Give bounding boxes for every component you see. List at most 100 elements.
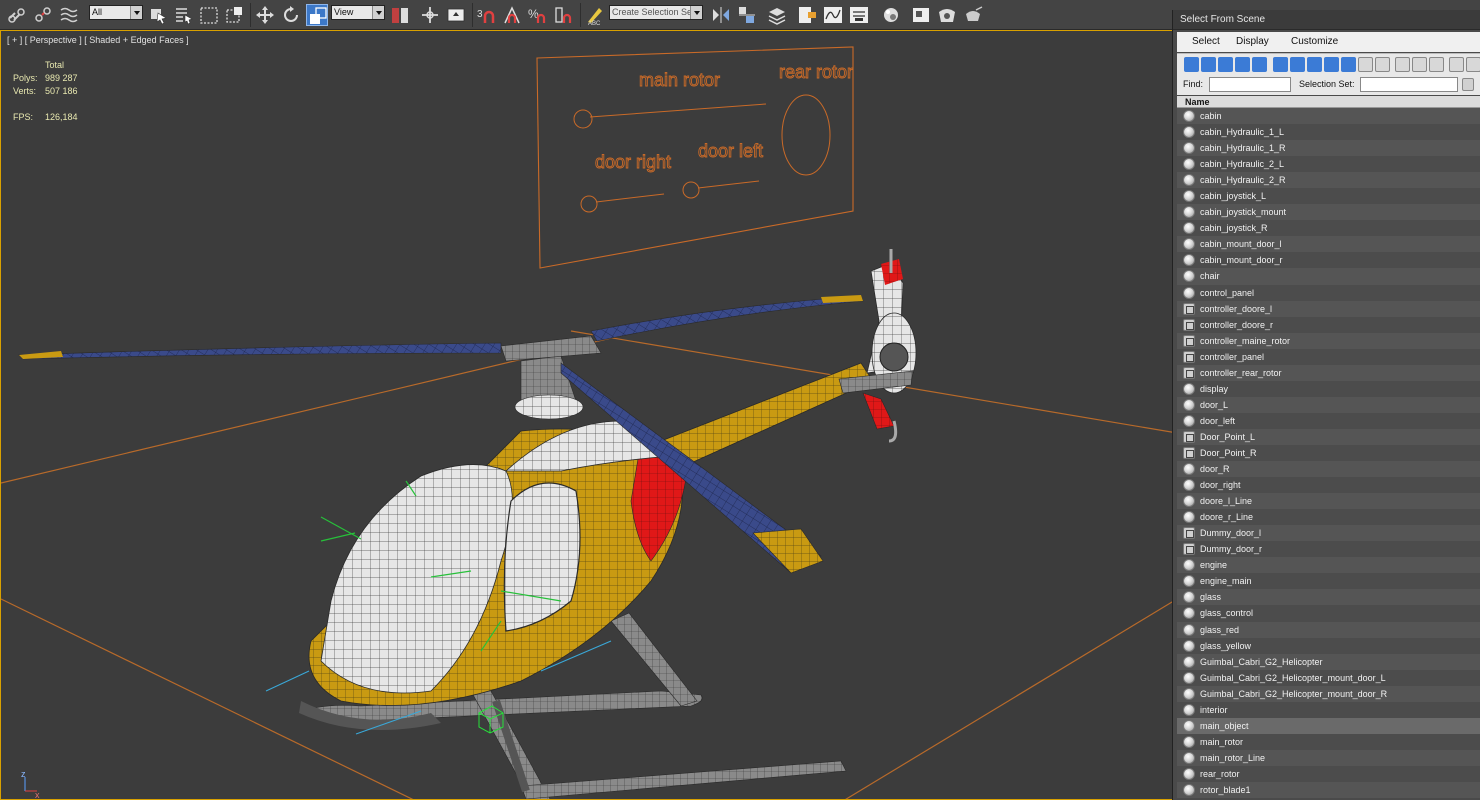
list-item[interactable]: cabin_joystick_mount: [1177, 204, 1480, 221]
render-setup-icon[interactable]: [910, 4, 932, 26]
shapes-filter-icon[interactable]: [1201, 57, 1216, 72]
display-invert-icon[interactable]: [1429, 57, 1444, 72]
bind-spacewarp-icon[interactable]: [58, 4, 80, 26]
list-item[interactable]: Dummy_door_l: [1177, 525, 1480, 542]
list-item[interactable]: engine: [1177, 557, 1480, 574]
list-item[interactable]: door_R: [1177, 461, 1480, 478]
spacewarps-filter-icon[interactable]: [1273, 57, 1288, 72]
selection-set-manager-icon[interactable]: [1462, 78, 1474, 91]
list-item[interactable]: doore_r_Line: [1177, 509, 1480, 526]
filter-funnel-icon[interactable]: [1466, 57, 1480, 72]
list-item[interactable]: chair: [1177, 268, 1480, 285]
rendered-frame-icon[interactable]: [936, 4, 958, 26]
lights-filter-icon[interactable]: [1218, 57, 1233, 72]
list-item[interactable]: Door_Point_L: [1177, 428, 1480, 445]
helpers-filter-icon[interactable]: [1252, 57, 1267, 72]
rotate-icon[interactable]: [280, 4, 302, 26]
reference-coordinate-dropdown[interactable]: View: [331, 5, 385, 20]
cameras-filter-icon[interactable]: [1235, 57, 1250, 72]
display-none-icon[interactable]: [1412, 57, 1427, 72]
schematic-view-icon[interactable]: [848, 4, 870, 26]
list-item[interactable]: door_right: [1177, 477, 1480, 494]
find-input[interactable]: [1209, 77, 1291, 92]
display-all-icon[interactable]: [1395, 57, 1410, 72]
snap-toggle-icon[interactable]: 3: [476, 4, 498, 26]
list-item[interactable]: display: [1177, 380, 1480, 397]
list-item[interactable]: glass_red: [1177, 621, 1480, 638]
move-icon[interactable]: [254, 4, 276, 26]
angle-snap-icon[interactable]: [501, 4, 523, 26]
groups-filter-icon[interactable]: [1290, 57, 1305, 72]
named-selection-dropdown[interactable]: Create Selection Se: [609, 5, 703, 20]
list-item[interactable]: Guimbal_Cabri_G2_Helicopter_mount_door_R: [1177, 685, 1480, 702]
list-item[interactable]: main_object: [1177, 717, 1480, 734]
list-item[interactable]: glass_control: [1177, 605, 1480, 622]
list-item[interactable]: rear_rotor: [1177, 765, 1480, 782]
select-by-name-icon[interactable]: [173, 4, 195, 26]
select-manipulate-icon[interactable]: [419, 4, 441, 26]
link-icon[interactable]: [6, 4, 28, 26]
list-item[interactable]: main_rotor_Line: [1177, 749, 1480, 766]
pivot-center-icon[interactable]: [389, 4, 411, 26]
scene-object-list[interactable]: cabin cabin_Hydraulic_1_L cabin_Hydraulic_…: [1177, 108, 1480, 800]
list-item[interactable]: interior: [1177, 701, 1480, 718]
list-item[interactable]: Door_Point_R: [1177, 444, 1480, 462]
select-object-icon[interactable]: [148, 4, 170, 26]
scene-explorer-icon[interactable]: [796, 4, 818, 26]
edit-named-selection-icon[interactable]: ABC: [584, 4, 606, 26]
list-item[interactable]: Guimbal_Cabri_G2_Helicopter: [1177, 653, 1480, 670]
menu-display[interactable]: Display: [1236, 32, 1269, 52]
curve-editor-icon[interactable]: [822, 4, 844, 26]
list-item[interactable]: Dummy_door_r: [1177, 541, 1480, 558]
list-item[interactable]: Guimbal_Cabri_G2_Helicopter_mount_door_L: [1177, 669, 1480, 686]
list-item[interactable]: door_L: [1177, 396, 1480, 413]
percent-snap-icon[interactable]: %: [527, 4, 549, 26]
list-item[interactable]: cabin_joystick_L: [1177, 188, 1480, 205]
hidden-filter-icon[interactable]: [1375, 57, 1390, 72]
list-item[interactable]: cabin_Hydraulic_2_R: [1177, 172, 1480, 189]
list-item[interactable]: glass_yellow: [1177, 637, 1480, 654]
layer-manager-icon[interactable]: [766, 4, 788, 26]
render-production-icon[interactable]: [962, 4, 984, 26]
list-item[interactable]: controller_doore_l: [1177, 300, 1480, 317]
align-icon[interactable]: [736, 4, 758, 26]
list-item[interactable]: cabin: [1177, 108, 1480, 125]
list-item[interactable]: doore_l_Line: [1177, 493, 1480, 510]
list-item[interactable]: controller_maine_rotor: [1177, 332, 1480, 349]
selection-set-dropdown[interactable]: [1360, 77, 1458, 92]
containers-filter-icon[interactable]: [1341, 57, 1356, 72]
frozen-filter-icon[interactable]: [1358, 57, 1373, 72]
list-item[interactable]: cabin_mount_door_l: [1177, 236, 1480, 253]
perspective-viewport[interactable]: main rotor rear rotor door right door le…: [0, 30, 1176, 800]
mirror-icon[interactable]: [710, 4, 732, 26]
menu-select[interactable]: Select: [1192, 32, 1220, 52]
spinner-snap-icon[interactable]: [553, 4, 575, 26]
list-item[interactable]: cabin_joystick_R: [1177, 220, 1480, 237]
list-item[interactable]: cabin_mount_door_r: [1177, 252, 1480, 269]
list-item[interactable]: engine_main: [1177, 573, 1480, 590]
scale-icon[interactable]: [306, 4, 328, 26]
viewport-label-menu[interactable]: [ + ] [ Perspective ] [ Shaded + Edged F…: [7, 35, 189, 45]
rectangular-selection-icon[interactable]: [198, 4, 220, 26]
list-item[interactable]: glass: [1177, 589, 1480, 606]
list-item[interactable]: rotor_blade1: [1177, 781, 1480, 799]
window-crossing-icon[interactable]: [223, 4, 245, 26]
unlink-icon[interactable]: [32, 4, 54, 26]
bones-filter-icon[interactable]: [1324, 57, 1339, 72]
list-item[interactable]: controller_doore_r: [1177, 316, 1480, 333]
list-item[interactable]: controller_rear_rotor: [1177, 364, 1480, 381]
xrefs-filter-icon[interactable]: [1307, 57, 1322, 72]
list-item[interactable]: control_panel: [1177, 284, 1480, 301]
list-view-icon[interactable]: [1449, 57, 1464, 72]
list-item[interactable]: door_left: [1177, 412, 1480, 429]
material-editor-icon[interactable]: [880, 4, 902, 26]
list-item[interactable]: main_rotor: [1177, 733, 1480, 750]
keyboard-shortcut-icon[interactable]: [445, 4, 467, 26]
list-item[interactable]: cabin_Hydraulic_2_L: [1177, 156, 1480, 173]
column-header-name[interactable]: Name: [1177, 96, 1480, 108]
dialog-title[interactable]: Select From Scene: [1173, 10, 1480, 30]
selection-filter-dropdown[interactable]: All: [89, 5, 143, 20]
list-item[interactable]: cabin_Hydraulic_1_R: [1177, 140, 1480, 157]
list-item[interactable]: controller_panel: [1177, 348, 1480, 365]
list-item[interactable]: cabin_Hydraulic_1_L: [1177, 124, 1480, 141]
